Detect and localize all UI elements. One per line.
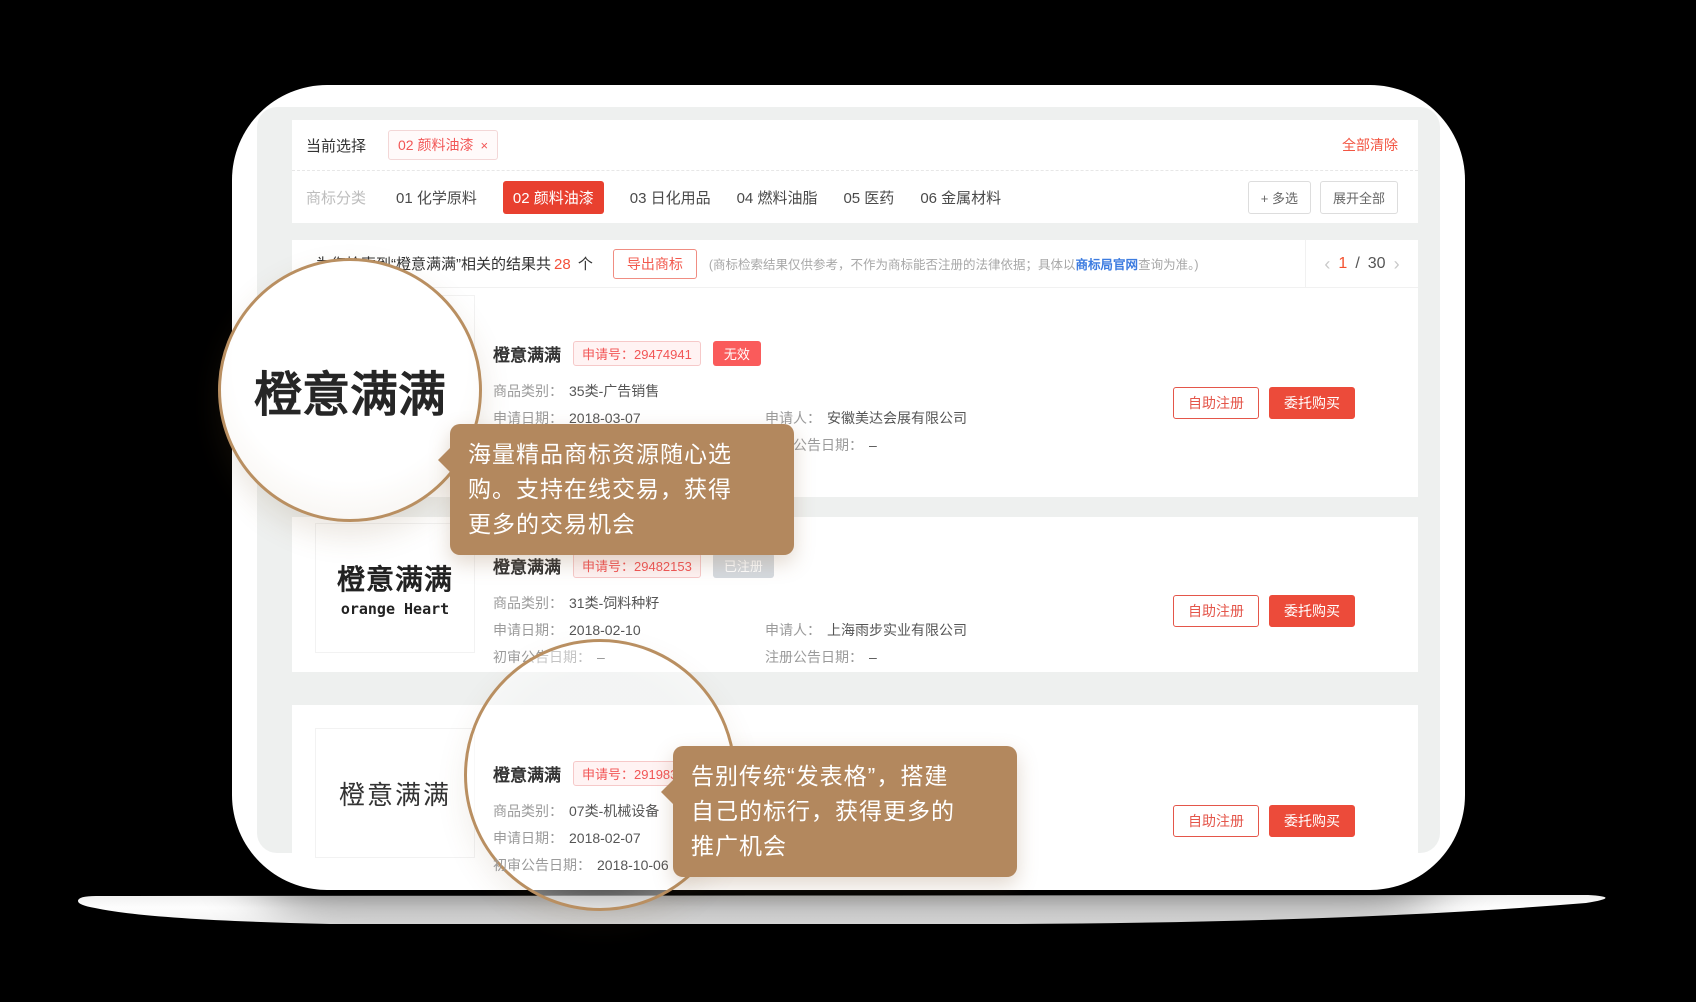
total-pages: 30 — [1368, 255, 1386, 273]
current-page: 1 — [1338, 255, 1347, 273]
field: 申请日期：2018-02-10 — [493, 621, 765, 640]
filter-buttons: + 多选 展开全部 — [1248, 181, 1398, 214]
tooltip-promotion: 告别传统“发表格”，搭建 自己的标行，获得更多的 推广机会 — [673, 746, 1017, 877]
tooltip-marketplace: 海量精品商标资源随心选 购。支持在线交易，获得 更多的交易机会 — [450, 424, 794, 555]
category-row: 商标分类 01 化学原料 02 颜料油漆 03 日化用品 04 燃料油脂 05 … — [292, 171, 1418, 223]
entrust-buy-button[interactable]: 委托购买 — [1269, 387, 1355, 419]
category-item-03[interactable]: 03 日化用品 — [630, 187, 711, 208]
field: 注册公告日期：– — [765, 436, 967, 455]
self-register-button[interactable]: 自助注册 — [1173, 805, 1259, 837]
trademark-name: 橙意满满 — [493, 553, 561, 578]
selected-filter-tag[interactable]: 02 颜料油漆 × — [388, 130, 498, 160]
application-number-tag: 申请号：29482153 — [573, 553, 701, 578]
entrust-buy-button[interactable]: 委托购买 — [1269, 805, 1355, 837]
current-selection-row: 当前选择 02 颜料油漆 × 全部清除 — [292, 120, 1418, 171]
category-item-02-selected[interactable]: 02 颜料油漆 — [503, 181, 604, 214]
entrust-buy-button[interactable]: 委托购买 — [1269, 595, 1355, 627]
trademark-office-link[interactable]: 商标局官网 — [1076, 258, 1139, 272]
category-list: 01 化学原料 02 颜料油漆 03 日化用品 04 燃料油脂 05 医药 06… — [396, 181, 1001, 214]
category-item-05[interactable]: 05 医药 — [843, 187, 894, 208]
disclaimer-text: (商标检索结果仅供参考，不作为商标能否注册的法律依据；具体以商标局官网查询为准。… — [709, 254, 1199, 273]
field: 注册公告日期：– — [765, 648, 967, 667]
selected-filter-tag-text: 02 颜料油漆 — [398, 135, 473, 155]
next-page-icon[interactable]: › — [1394, 255, 1400, 273]
self-register-button[interactable]: 自助注册 — [1173, 595, 1259, 627]
application-number-tag: 申请号：29474941 — [573, 341, 701, 366]
result-count: 28 — [554, 256, 571, 273]
magnified-trademark-text: 橙意满满 — [254, 355, 446, 425]
field: 申请人：上海雨步实业有限公司 — [765, 621, 967, 640]
trademark-name: 橙意满满 — [493, 761, 561, 786]
magnifier-circle-1: 橙意满满 — [218, 258, 482, 522]
filter-panel: 当前选择 02 颜料油漆 × 全部清除 商标分类 01 化学原料 02 颜料油漆… — [292, 120, 1418, 223]
export-trademark-button[interactable]: 导出商标 — [613, 249, 697, 279]
multi-select-button[interactable]: + 多选 — [1248, 181, 1311, 214]
field: 商品类别：35类-广告销售 — [493, 382, 765, 401]
category-item-04[interactable]: 04 燃料油脂 — [737, 187, 818, 208]
status-badge: 无效 — [713, 341, 761, 366]
category-item-06[interactable]: 06 金属材料 — [920, 187, 1001, 208]
current-selection-label: 当前选择 — [306, 135, 366, 156]
category-item-01[interactable]: 01 化学原料 — [396, 187, 477, 208]
field: 商品类别：31类-饲料种籽 — [493, 594, 765, 613]
status-badge: 已注册 — [713, 553, 774, 578]
self-register-button[interactable]: 自助注册 — [1173, 387, 1259, 419]
canvas: 当前选择 02 颜料油漆 × 全部清除 商标分类 01 化学原料 02 颜料油漆… — [0, 0, 1696, 1002]
trademark-name: 橙意满满 — [493, 341, 561, 366]
result-count-unit: 个 — [578, 256, 593, 273]
trademark-image: 橙意满满 — [315, 728, 475, 858]
pagination: ‹ 1 / 30 › — [1305, 240, 1418, 288]
category-label: 商标分类 — [306, 187, 366, 208]
clear-all-button[interactable]: 全部清除 — [1342, 135, 1398, 155]
tag-close-icon[interactable]: × — [480, 138, 488, 153]
prev-page-icon[interactable]: ‹ — [1324, 255, 1330, 273]
expand-all-button[interactable]: 展开全部 — [1320, 181, 1398, 214]
results-header: 为您检索到“橙意满满”相关的结果共28 个 导出商标 (商标检索结果仅供参考，不… — [292, 240, 1418, 288]
field: 申请人：安徽美达会展有限公司 — [765, 409, 967, 428]
